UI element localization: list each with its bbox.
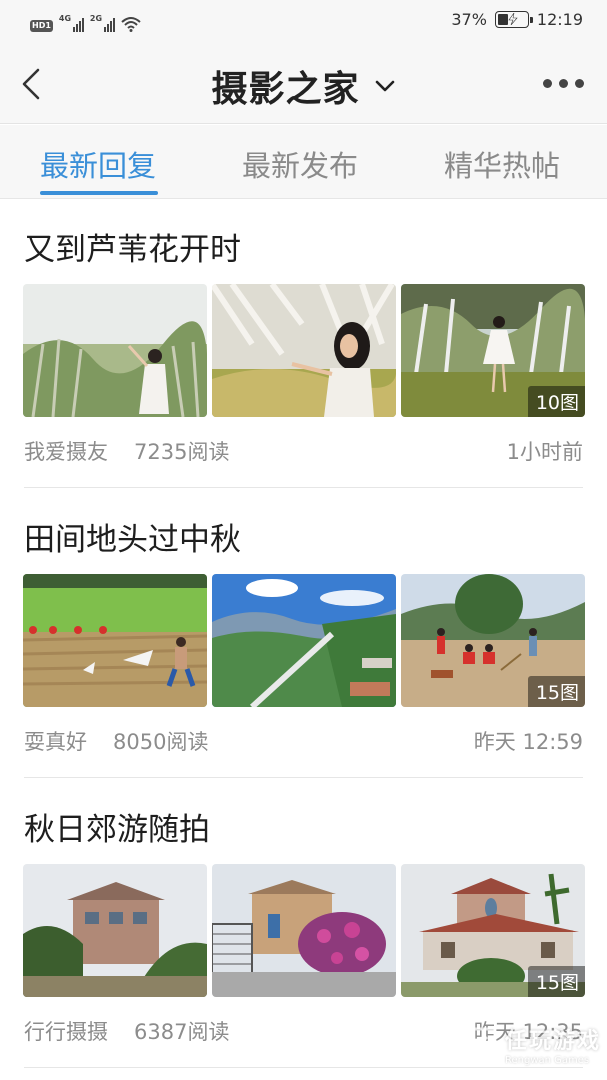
villagers-courtyard-photo[interactable]: 15图 bbox=[401, 574, 585, 707]
tab-bar: 最新回复 最新发布 精华热帖 bbox=[0, 125, 607, 199]
post-title[interactable]: 又到芦苇花开时 bbox=[24, 224, 241, 269]
post-meta: 我爱摄友 7235阅读 bbox=[24, 436, 229, 466]
post-author[interactable]: 行行摄摄 bbox=[24, 1020, 108, 1044]
tab-latest-posts[interactable]: 最新发布 bbox=[242, 143, 358, 185]
post-time: 昨天 12:59 bbox=[473, 730, 583, 754]
clock: 12:19 bbox=[536, 10, 583, 29]
tab-latest-replies[interactable]: 最新回复 bbox=[40, 143, 156, 185]
watermark-text: 任玩游戏 bbox=[504, 1029, 601, 1054]
status-right: 37% 12:19 bbox=[451, 10, 583, 29]
village-house-photo[interactable] bbox=[23, 864, 207, 997]
status-bar: HD1 4G 2G 37% 12:19 bbox=[0, 0, 607, 44]
post-reads: 7235阅读 bbox=[134, 440, 230, 464]
battery-charging-icon bbox=[494, 11, 533, 28]
post-author[interactable]: 耍真好 bbox=[24, 730, 87, 754]
divider bbox=[24, 1067, 583, 1068]
forum-selector[interactable]: 摄影之家 bbox=[0, 60, 607, 112]
rice-field-harvest-photo[interactable] bbox=[23, 574, 207, 707]
watermark-subtext: Rengwan Games bbox=[504, 1055, 590, 1066]
active-tab-indicator bbox=[40, 191, 158, 195]
post-author[interactable]: 我爱摄友 bbox=[24, 440, 108, 464]
post-reads: 8050阅读 bbox=[113, 730, 209, 754]
reed-field-woman-photo[interactable] bbox=[23, 284, 207, 417]
gate-flowers-house-photo[interactable] bbox=[212, 864, 396, 997]
watermark-icon bbox=[461, 1027, 497, 1062]
page-title[interactable]: 摄影之家 bbox=[211, 60, 359, 112]
post-meta: 行行摄摄 6387阅读 bbox=[24, 1016, 229, 1046]
post-thumbnails: 10图 bbox=[23, 284, 585, 417]
tab-featured[interactable]: 精华热帖 bbox=[444, 143, 560, 185]
red-roof-villa-photo[interactable]: 15图 bbox=[401, 864, 585, 997]
post-meta: 耍真好 8050阅读 bbox=[24, 726, 208, 756]
post-time: 1小时前 bbox=[506, 440, 583, 464]
battery-percent: 37% bbox=[451, 10, 487, 29]
post-thumbnails: 15图 bbox=[23, 574, 585, 707]
nav-bar: 摄影之家 bbox=[0, 44, 607, 124]
status-left: HD1 4G 2G bbox=[30, 12, 141, 32]
post-card[interactable]: 又到芦苇花开时 10图 我爱摄友 7235阅读 1小时前 bbox=[0, 198, 607, 488]
cell-signal-2g-icon: 2G bbox=[90, 14, 115, 32]
cell-signal-4g-icon: 4G bbox=[59, 14, 84, 32]
chevron-down-icon[interactable] bbox=[374, 79, 396, 93]
reed-woman-closeup-photo[interactable] bbox=[212, 284, 396, 417]
woman-in-white-dress-photo[interactable]: 10图 bbox=[401, 284, 585, 417]
image-count-badge: 15图 bbox=[527, 676, 585, 707]
hd-badge: HD1 bbox=[30, 20, 53, 32]
wifi-icon bbox=[121, 17, 141, 32]
battery-fill bbox=[497, 14, 508, 25]
post-thumbnails: 15图 bbox=[23, 864, 585, 997]
watermark-logo: 任玩游戏 Rengwan Games bbox=[459, 1023, 601, 1066]
more-dots-icon[interactable] bbox=[543, 72, 587, 94]
post-card[interactable]: 田间地头过中秋 15图 耍真好 8050阅读 昨天 12:59 bbox=[0, 488, 607, 778]
image-count-badge: 15图 bbox=[527, 966, 585, 997]
post-reads: 6387阅读 bbox=[134, 1020, 230, 1044]
image-count-badge: 10图 bbox=[527, 386, 585, 417]
post-title[interactable]: 秋日郊游随拍 bbox=[24, 804, 210, 849]
post-title[interactable]: 田间地头过中秋 bbox=[24, 514, 241, 559]
valley-highway-photo[interactable] bbox=[212, 574, 396, 707]
